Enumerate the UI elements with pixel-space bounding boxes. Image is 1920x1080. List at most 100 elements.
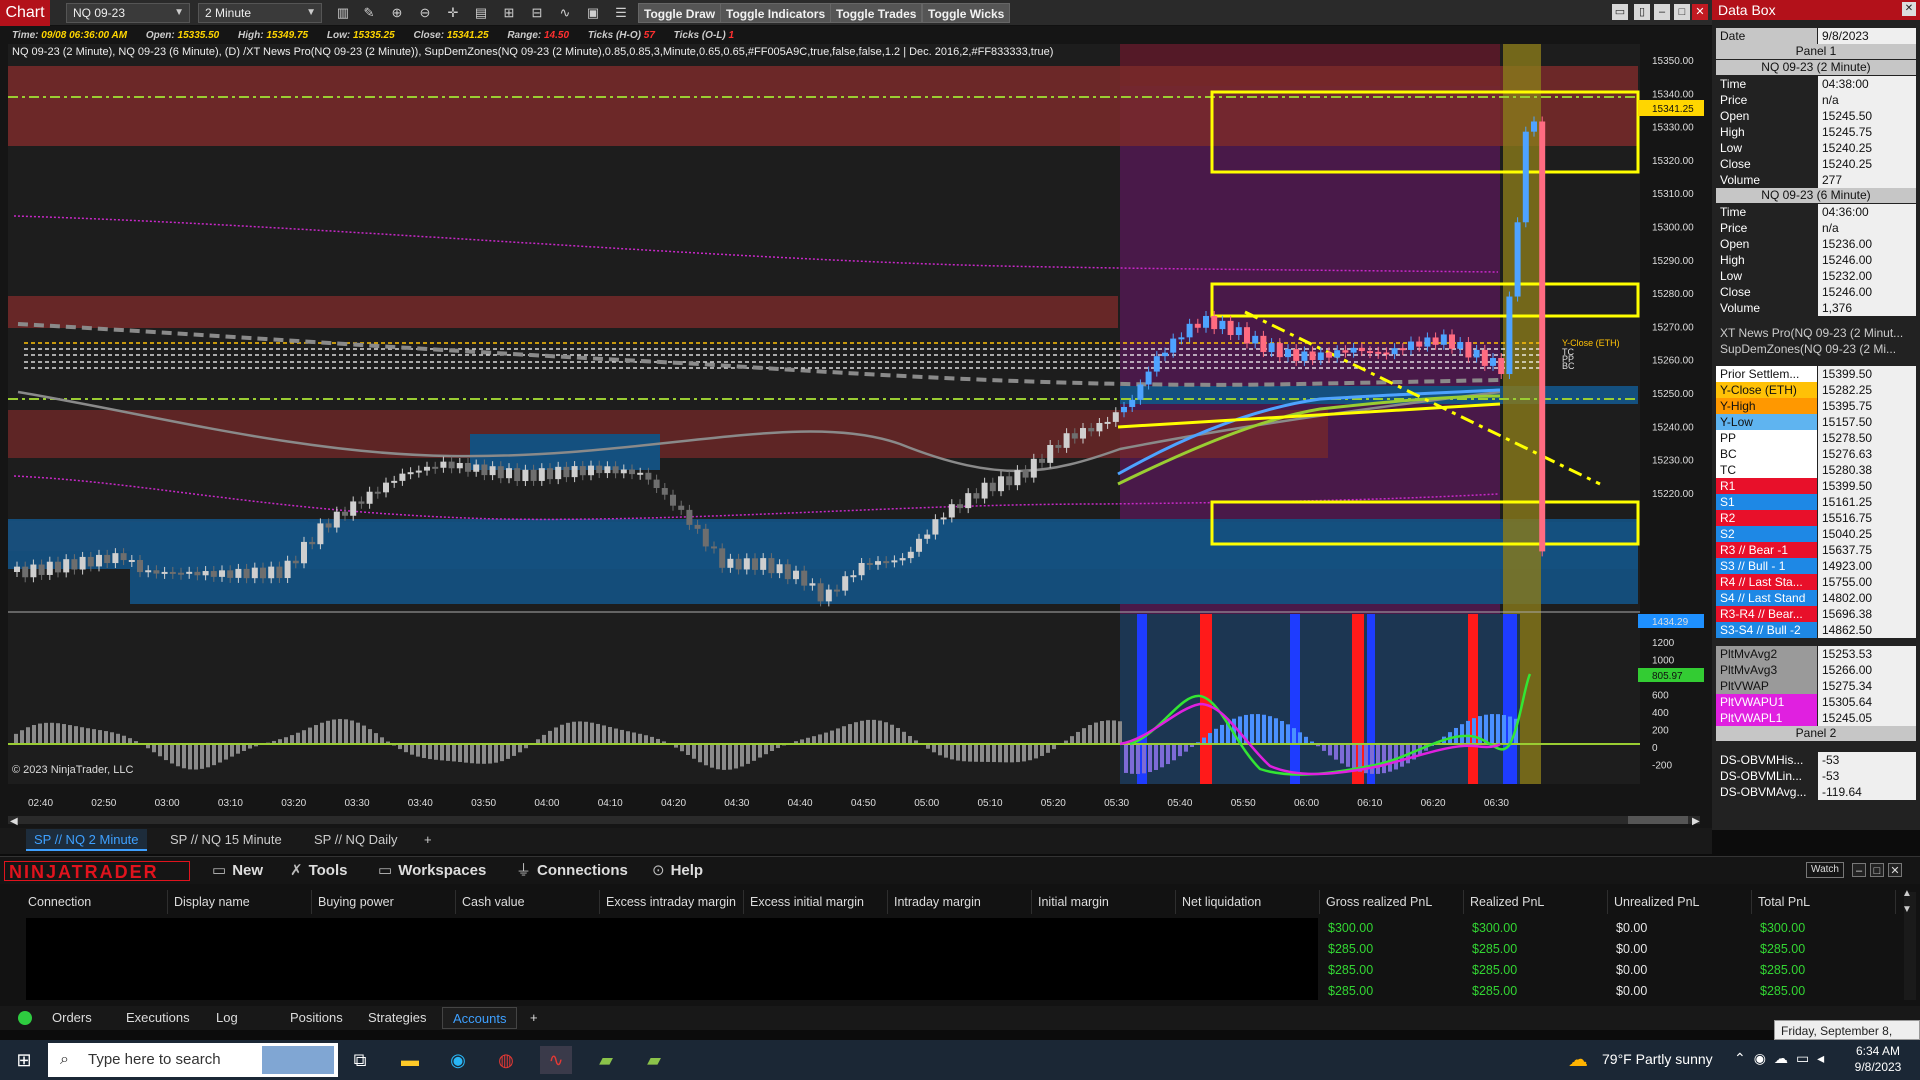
chart-title-tab[interactable]: Chart [0,0,50,26]
task-view-icon[interactable]: ⧉ [344,1046,376,1074]
tab-15-minute[interactable]: SP // NQ 15 Minute [162,829,290,851]
accounts-cell: $285.00 [1472,984,1518,998]
accounts-column-header[interactable]: Total PnL [1752,890,1896,914]
accounts-column-header[interactable]: Buying power [312,890,456,914]
bottom-tab-accounts[interactable]: Accounts [442,1007,518,1029]
time-tick-label: 06:00 [1294,798,1319,809]
trading-app-icon[interactable]: ▰ [590,1046,622,1074]
crosshair-icon[interactable]: ✛ [442,3,464,23]
tile-icon[interactable]: ▯ [1634,4,1650,20]
osc-bar [470,744,474,764]
indicators-icon[interactable]: ⊟ [526,3,548,23]
help-menu[interactable]: ⊙ Help [652,862,703,880]
price-tick-label: 15280.00 [1652,289,1694,300]
accounts-column-header[interactable]: Unrealized PnL [1608,890,1752,914]
accounts-column-header[interactable]: Connection [22,890,168,914]
osc-bar [770,744,774,751]
ninjatrader-app-icon[interactable]: ∿ [540,1046,572,1074]
scroll-up-icon[interactable]: ▲ [1902,888,1912,899]
candle-body [96,554,102,567]
tab-2-minute[interactable]: SP // NQ 2 Minute [26,829,147,851]
zoom-out-icon[interactable]: ⊖ [414,3,436,23]
candle-body [383,482,389,493]
data-box-row: R3-R4 // Bear... 15696.38 [1716,606,1916,622]
scrollbar-thumb[interactable] [1628,816,1688,824]
minimize-icon[interactable]: – [1852,863,1866,877]
price-chart[interactable]: 15350.00 15340.00 15330.00 15320.00 15310.00… [0,44,1712,828]
bottom-tab-executions[interactable]: Executions [116,1007,200,1029]
toggle-indicators-button[interactable]: Toggle Indicators [720,3,832,23]
restore-layout-icon[interactable]: ▭ [1612,4,1628,20]
data-box-row: BC 15276.63 [1716,446,1916,462]
accounts-column-header[interactable]: Display name [168,890,312,914]
candle-body [522,469,529,482]
tools-menu[interactable]: ✗ Tools [290,862,347,880]
list-icon[interactable]: ☰ [610,3,632,23]
scroll-left-icon[interactable]: ◀ [10,816,18,827]
bar-type-icon[interactable]: ▥ [332,3,354,23]
instrument-selector[interactable]: NQ 09-23 ▼ [66,3,190,23]
bottom-tab-log[interactable]: Log [206,1007,248,1029]
close-icon[interactable]: ✕ [1692,4,1708,20]
strategies-icon[interactable]: ∿ [554,3,576,23]
bottom-tab-positions[interactable]: Positions [280,1007,353,1029]
file-explorer-icon[interactable]: ▬ [394,1046,426,1074]
accounts-column-header[interactable]: Gross realized PnL [1320,890,1464,914]
accounts-column-header[interactable]: Intraday margin [888,890,1032,914]
price-tick-label: 15310.00 [1652,189,1694,200]
candle-body [735,558,742,570]
horizontal-scrollbar[interactable] [8,816,1700,824]
workspaces-menu[interactable]: ▭ Workspaces [378,862,486,880]
scroll-right-icon[interactable]: ▶ [1692,816,1700,827]
accounts-column-header[interactable]: Excess initial margin [744,890,888,914]
bottom-tab-[interactable]: + [520,1007,548,1029]
interval-selector[interactable]: 2 Minute ▼ [198,3,322,23]
toggle-trades-button[interactable]: Toggle Trades [830,3,923,23]
draw-pencil-icon[interactable]: ✎ [358,3,380,23]
osc-bar [854,722,858,744]
windows-start-icon[interactable]: ⊞ [8,1046,40,1074]
close-icon[interactable]: ✕ [1902,2,1916,16]
new-menu[interactable]: ▭ New [212,862,263,880]
zoom-in-icon[interactable]: ⊕ [386,3,408,23]
bottom-tab-strategies[interactable]: Strategies [358,1007,437,1029]
accounts-column-header[interactable]: Initial margin [1032,890,1176,914]
chart-trader-icon[interactable]: ▣ [582,3,604,23]
accounts-cell: $285.00 [1472,963,1518,977]
close-icon[interactable]: ✕ [1888,863,1902,877]
osc-bar [362,725,366,744]
chrome-icon[interactable]: ◍ [490,1046,522,1074]
watch-button[interactable]: Watch [1806,862,1844,878]
connections-menu[interactable]: ⏚ Connections [516,862,628,880]
maximize-icon[interactable]: □ [1674,4,1690,20]
osc-bar [32,725,36,744]
osc-bar [428,744,432,760]
minimize-icon[interactable]: – [1654,4,1670,20]
candle-body [1219,320,1226,330]
maximize-icon[interactable]: □ [1870,863,1884,877]
accounts-cell: $300.00 [1328,921,1374,935]
chart-properties-icon[interactable]: ▤ [470,3,492,23]
accounts-column-header[interactable]: Cash value [456,890,600,914]
bottom-tab-orders[interactable]: Orders [42,1007,102,1029]
osc-bar [62,724,66,744]
trading-app-2-icon[interactable]: ▰ [638,1046,670,1074]
osc-bar [710,744,714,768]
system-tray-icons[interactable]: ⌃◉☁▭◂ [1734,1050,1832,1067]
templates-icon[interactable]: ⊞ [498,3,520,23]
toggle-draw-button[interactable]: Toggle Draw [638,3,722,23]
add-tab-button[interactable]: + [416,829,440,851]
osc-bar [350,720,354,744]
accounts-column-header[interactable]: Net liquidation [1176,890,1320,914]
edge-icon[interactable]: ◉ [442,1046,474,1074]
accounts-cell: $0.00 [1616,963,1648,977]
candle-body [1399,348,1406,351]
accounts-column-header[interactable]: Excess intraday margin [600,890,744,914]
tab-daily[interactable]: SP // NQ Daily [306,829,406,851]
accounts-column-header[interactable]: Realized PnL [1464,890,1608,914]
candle-body [1522,131,1529,223]
scroll-down-icon[interactable]: ▼ [1902,904,1912,915]
osc-top-label: 1434.29 [1652,617,1689,628]
toggle-wicks-button[interactable]: Toggle Wicks [922,3,1011,23]
taskbar-clock[interactable]: 6:34 AM 9/8/2023 [1842,1043,1914,1075]
